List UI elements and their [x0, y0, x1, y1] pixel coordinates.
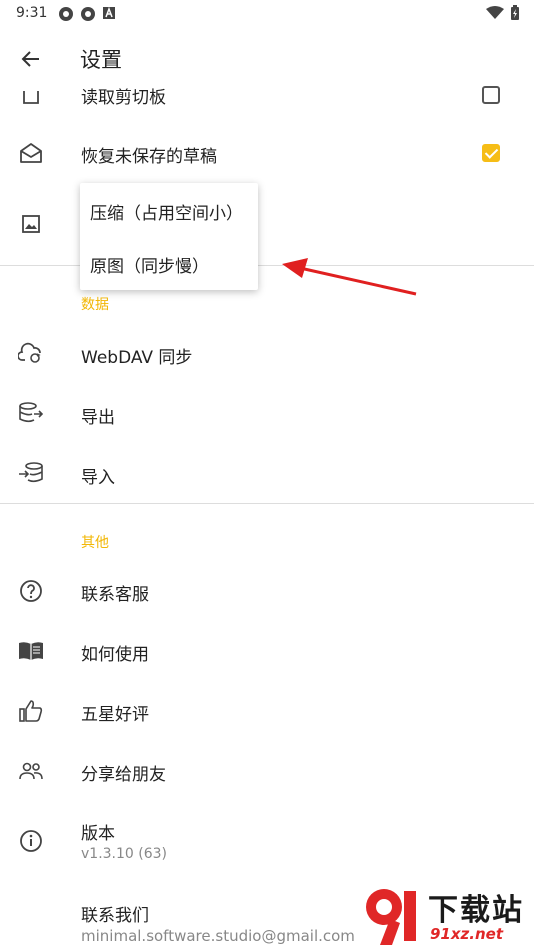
watermark: 下载站 91xz.net — [360, 885, 530, 947]
watermark-url: 91xz.net — [430, 925, 504, 943]
annotation-arrow — [282, 258, 417, 296]
watermark-title: 下载站 — [428, 893, 524, 928]
watermark-logo-icon — [366, 889, 416, 945]
